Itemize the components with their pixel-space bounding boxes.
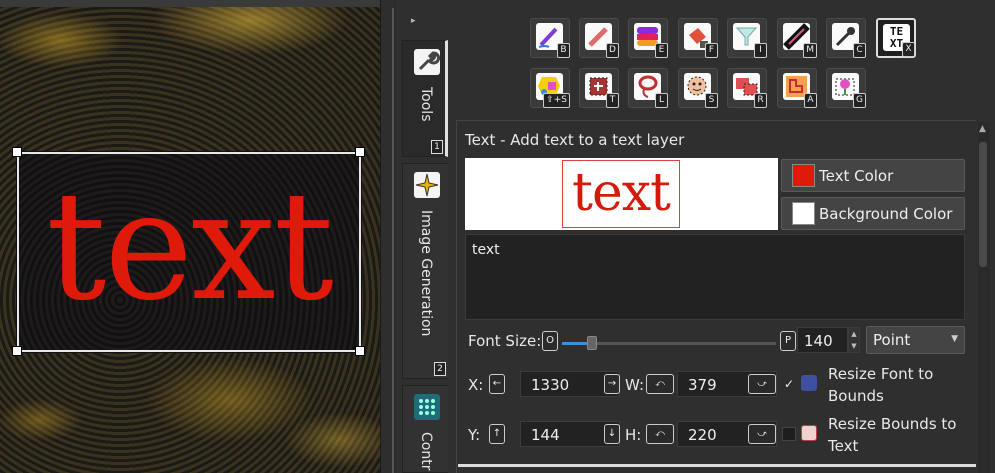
grid-icon bbox=[414, 394, 440, 420]
resize-handle-bottom-right[interactable] bbox=[355, 346, 365, 356]
tab-image-generation-badge: 2 bbox=[434, 362, 446, 376]
font-size-increase-key[interactable]: P bbox=[780, 331, 796, 351]
tool-generate-button[interactable]: G bbox=[826, 68, 866, 108]
tool-shape-selection-button[interactable]: ⇧+S bbox=[530, 68, 570, 108]
background-color-label: Background Color bbox=[819, 204, 953, 223]
w-label: W: bbox=[625, 376, 645, 394]
text-color-label: Text Color bbox=[819, 166, 894, 185]
y-value: 144 bbox=[531, 426, 560, 444]
collapse-arrow-icon[interactable]: ▸ bbox=[411, 16, 416, 26]
tool-ai-select-button[interactable]: A bbox=[777, 68, 817, 108]
text-content-input[interactable]: text bbox=[465, 234, 965, 320]
tool-eraser-key: E bbox=[655, 43, 668, 58]
options-bottom-divider bbox=[458, 464, 976, 467]
tab-image-generation-label: Image Generation bbox=[418, 210, 434, 337]
chevron-down-icon: ▼ bbox=[951, 334, 958, 344]
tool-color-pick-key: C bbox=[853, 43, 866, 58]
tool-smart-select-key: S bbox=[705, 93, 718, 108]
tool-lasso-button[interactable]: L bbox=[628, 68, 668, 108]
w-value: 379 bbox=[688, 376, 717, 394]
tool-brush-key: B bbox=[557, 43, 570, 58]
wrench-icon bbox=[414, 49, 441, 75]
tab-tools[interactable]: Tools 1 bbox=[402, 40, 448, 157]
text-layer-bounds[interactable]: text bbox=[16, 151, 362, 353]
tool-smart-select-button[interactable]: S bbox=[678, 68, 718, 108]
tool-generate-key: G bbox=[853, 93, 866, 108]
tool-text-button[interactable]: TE XT X bbox=[876, 18, 916, 58]
resize-bounds-checkbox[interactable] bbox=[782, 427, 796, 441]
h-increase-button[interactable]: ⤻ bbox=[748, 424, 776, 444]
h-value: 220 bbox=[688, 426, 717, 444]
w-increase-button[interactable]: ⤻ bbox=[748, 374, 776, 394]
x-decrease-button[interactable]: ← bbox=[489, 374, 505, 394]
resize-handle-top-left[interactable] bbox=[12, 147, 22, 157]
h-label: H: bbox=[625, 426, 642, 444]
x-increase-button[interactable]: → bbox=[604, 374, 620, 394]
x-label: X: bbox=[468, 376, 484, 394]
splitter-line bbox=[392, 8, 394, 473]
resize-font-label: Resize Font to Bounds bbox=[828, 365, 934, 405]
canvas-top-strip bbox=[0, 0, 380, 7]
y-label: Y: bbox=[468, 426, 481, 444]
tool-options-title: Text - Add text to a text layer bbox=[465, 131, 685, 149]
tab-image-generation[interactable]: Image Generation 2 bbox=[402, 163, 448, 379]
font-size-input[interactable]: 140 bbox=[797, 327, 848, 353]
tab-controls[interactable]: Contr bbox=[402, 385, 448, 473]
sparkle-icon bbox=[414, 172, 440, 198]
x-value: 1330 bbox=[531, 376, 570, 394]
image-canvas[interactable]: text bbox=[0, 0, 380, 473]
tool-transform-key: T bbox=[606, 93, 619, 108]
background-color-button[interactable]: Background Color bbox=[781, 197, 965, 230]
tool-fill-key: F bbox=[705, 43, 718, 58]
font-size-slider-handle[interactable] bbox=[587, 336, 597, 350]
resize-bounds-icon bbox=[801, 425, 817, 441]
resize-handle-top-right[interactable] bbox=[355, 147, 365, 157]
tool-fill-button[interactable]: F bbox=[678, 18, 718, 58]
tool-ai-select-key: A bbox=[804, 93, 817, 108]
text-color-swatch bbox=[792, 164, 815, 187]
tab-tools-badge: 1 bbox=[431, 140, 443, 154]
font-size-spinner[interactable]: ▲ ▼ bbox=[848, 327, 860, 353]
tool-eraser-button[interactable]: E bbox=[628, 18, 668, 58]
text-preview-content: text bbox=[562, 160, 680, 228]
font-size-label: Font Size: bbox=[468, 332, 542, 350]
tab-controls-label: Contr bbox=[418, 432, 434, 471]
scrollbar-thumb[interactable] bbox=[979, 142, 987, 267]
tool-rect-select-button[interactable]: R bbox=[727, 68, 767, 108]
font-unit-value: Point bbox=[873, 331, 911, 349]
tool-color-pick-button[interactable]: C bbox=[826, 18, 866, 58]
scroll-up-icon[interactable]: ▲ bbox=[979, 124, 986, 134]
resize-font-icon bbox=[801, 375, 817, 391]
tool-draw-button[interactable]: D bbox=[579, 18, 619, 58]
background-color-swatch bbox=[792, 202, 815, 225]
resize-bounds-label: Resize Bounds to Text bbox=[828, 415, 957, 455]
font-unit-select[interactable]: Point ▼ bbox=[866, 326, 965, 354]
tab-tools-label: Tools bbox=[418, 87, 434, 122]
text-preview: text bbox=[465, 158, 778, 230]
font-size-decrease-key[interactable]: O bbox=[542, 331, 558, 351]
tool-text-key: X bbox=[902, 42, 915, 57]
text-layer-content: text bbox=[46, 160, 334, 334]
tool-filter-button[interactable]: I bbox=[727, 18, 767, 58]
tool-lasso-key: L bbox=[655, 93, 668, 108]
tool-transform-button[interactable]: T bbox=[579, 68, 619, 108]
tool-smudge-button[interactable]: M bbox=[777, 18, 817, 58]
tool-rect-select-key: R bbox=[754, 93, 767, 108]
tool-draw-key: D bbox=[606, 43, 619, 58]
w-decrease-button[interactable]: ⤺ bbox=[646, 374, 674, 394]
tool-smudge-key: M bbox=[803, 43, 817, 58]
y-decrease-button[interactable]: ↑ bbox=[489, 424, 505, 444]
y-increase-button[interactable]: ↓ bbox=[604, 424, 620, 444]
tool-shape-selection-key: ⇧+S bbox=[543, 93, 570, 108]
tool-filter-key: I bbox=[754, 43, 767, 58]
text-color-button[interactable]: Text Color bbox=[781, 159, 965, 192]
resize-handle-bottom-left[interactable] bbox=[12, 346, 22, 356]
tool-brush-button[interactable]: B bbox=[530, 18, 570, 58]
h-decrease-button[interactable]: ⤺ bbox=[646, 424, 674, 444]
resize-font-checkbox[interactable]: ✓ bbox=[782, 377, 796, 391]
